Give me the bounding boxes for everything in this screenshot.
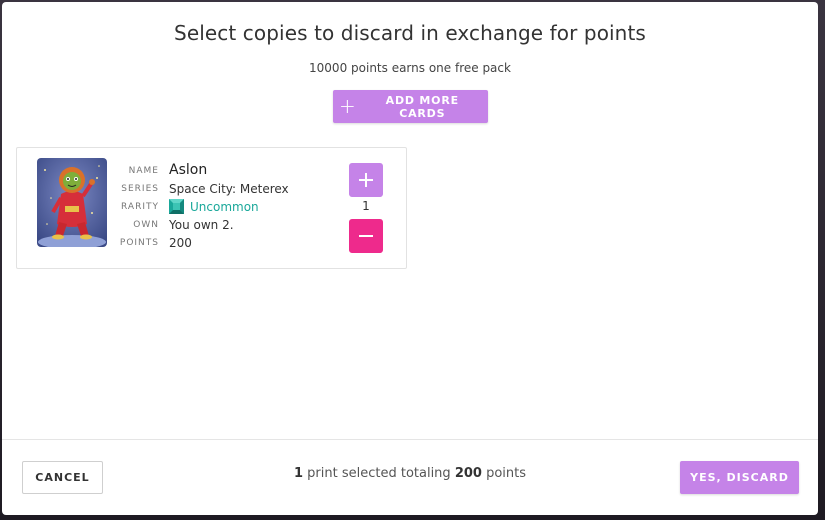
confirm-discard-button[interactable]: YES, DISCARD	[680, 461, 799, 494]
rarity-label: RARITY	[121, 202, 159, 212]
card-points: 200	[169, 236, 192, 250]
minus-icon	[359, 235, 373, 237]
card-item: NAME Aslon SERIES Space City: Meterex RA…	[16, 147, 407, 269]
name-label: NAME	[128, 166, 159, 176]
card-own: You own 2.	[169, 218, 234, 232]
summary-suffix: points	[481, 466, 527, 481]
footer-divider	[2, 439, 818, 440]
add-more-cards-label: ADD MORE CARDS	[385, 93, 459, 120]
card-name: Aslon	[169, 162, 208, 178]
plus-icon: +	[339, 93, 357, 118]
card-series: Space City: Meterex	[169, 182, 289, 196]
summary-count: 1	[293, 466, 304, 481]
discard-modal: Select copies to discard in exchange for…	[2, 2, 818, 515]
summary-points: 200	[454, 466, 482, 481]
own-label: OWN	[133, 220, 159, 230]
card-rarity: Uncommon	[169, 199, 259, 214]
add-more-cards-button[interactable]: + ADD MORE CARDS	[333, 90, 488, 123]
points-label: POINTS	[119, 238, 159, 248]
selected-count: 1	[362, 199, 370, 213]
series-label: SERIES	[121, 184, 159, 194]
plus-icon	[359, 173, 373, 187]
card-image	[37, 158, 107, 247]
uncommon-gem-icon	[169, 199, 184, 214]
decrement-button[interactable]	[349, 219, 383, 253]
increment-button[interactable]	[349, 163, 383, 197]
summary-middle: print selected totaling	[303, 466, 455, 481]
modal-subtitle: 10000 points earns one free pack	[309, 61, 511, 75]
card-rarity-value: Uncommon	[190, 199, 259, 214]
modal-title: Select copies to discard in exchange for…	[174, 21, 646, 45]
